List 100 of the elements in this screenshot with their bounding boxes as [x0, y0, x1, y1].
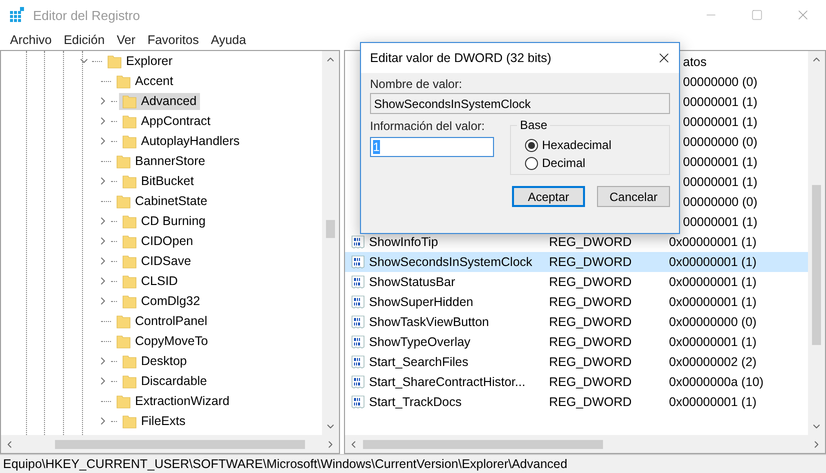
tree-item[interactable]: BitBucket: [119, 172, 197, 190]
binary-value-icon: [351, 375, 365, 389]
tree-item[interactable]: CIDOpen: [119, 232, 196, 250]
folder-icon: [116, 314, 131, 328]
name-cell: Start_TrackDocs: [369, 395, 462, 409]
window-title: Editor del Registro: [33, 8, 140, 22]
data-cell-text: 0x0000000a (10): [668, 375, 765, 389]
radio-circle-icon[interactable]: [525, 156, 538, 170]
data-cell-text: 0x00000001 (1): [668, 275, 758, 289]
folder-icon: [122, 274, 137, 288]
menu-item[interactable]: Ayuda: [204, 33, 252, 47]
type-cell-text: REG_DWORD: [548, 335, 633, 349]
value-name-field[interactable]: ShowSecondsInSystemClock: [370, 93, 670, 114]
name-cell: ShowStatusBar: [369, 275, 456, 289]
dialog-title: Editar valor de DWORD (32 bits): [370, 51, 552, 65]
dialog-button[interactable]: Cancelar: [597, 186, 670, 207]
type-cell-text: REG_DWORD: [548, 315, 633, 329]
tree-item[interactable]: AutoplayHandlers: [119, 132, 243, 150]
data-cell-text: 0x00000001 (1): [668, 335, 758, 349]
folder-icon: [122, 254, 137, 268]
menu-item[interactable]: Edición: [58, 33, 111, 47]
folder-icon: [116, 74, 131, 88]
radio-circle-icon[interactable]: [525, 138, 538, 152]
name-cell: ShowInfoTip: [369, 235, 438, 249]
base-radio[interactable]: Hexadecimal: [525, 138, 669, 152]
value-row[interactable]: Start_ShareContractHistor... REG_DWORD 0x0000000a (10): [345, 372, 808, 392]
scroll-thumb[interactable]: [326, 220, 335, 238]
value-data-label: Información del valor:: [370, 119, 486, 133]
binary-value-icon: [351, 315, 365, 329]
folder-icon: [122, 294, 137, 308]
scroll-thumb[interactable]: [812, 185, 821, 345]
tree-item[interactable]: FileExts: [119, 412, 188, 430]
menu-item[interactable]: Ver: [110, 33, 142, 47]
value-row[interactable]: ShowTypeOverlay REG_DWORD 0x00000001 (1): [345, 332, 808, 352]
folder-icon: [122, 134, 137, 148]
type-cell-text: REG_DWORD: [548, 395, 633, 409]
tree-item[interactable]: CopyMoveTo: [113, 332, 211, 350]
type-cell-text: REG_DWORD: [548, 295, 633, 309]
name-cell: ShowTaskViewButton: [369, 315, 489, 329]
folder-icon: [122, 414, 137, 428]
scroll-thumb[interactable]: [55, 440, 305, 448]
data-cell-text: 00000001 (1): [682, 175, 758, 189]
folder-icon: [122, 354, 137, 368]
name-cell: Start_ShareContractHistor...: [369, 375, 526, 389]
horizontal-scrollbar[interactable]: [1, 435, 339, 453]
value-name-label: Nombre de valor:: [370, 77, 464, 91]
tree-item[interactable]: Explorer: [104, 52, 176, 70]
folder-icon: [116, 194, 131, 208]
tree-item[interactable]: Discardable: [119, 372, 210, 390]
name-cell: ShowSuperHidden: [369, 295, 474, 309]
tree-item[interactable]: AppContract: [119, 112, 214, 130]
dialog-button[interactable]: Aceptar: [512, 186, 585, 207]
tree-item[interactable]: CIDSave: [119, 252, 194, 270]
value-row[interactable]: ShowSuperHidden REG_DWORD 0x00000001 (1): [345, 292, 808, 312]
tree-item[interactable]: Desktop: [119, 352, 190, 370]
tree-item[interactable]: Accent: [113, 72, 176, 90]
value-row[interactable]: ShowInfoTip REG_DWORD 0x00000001 (1): [345, 232, 808, 252]
name-cell: Start_SearchFiles: [369, 355, 468, 369]
type-cell-text: REG_DWORD: [548, 375, 633, 389]
folder-icon: [116, 334, 131, 348]
data-cell-text: 0x00000001 (1): [668, 235, 758, 249]
tree-item[interactable]: CLSID: [119, 272, 181, 290]
type-cell-text: REG_DWORD: [548, 275, 633, 289]
binary-value-icon: [351, 295, 365, 309]
tree-item[interactable]: CabinetState: [113, 192, 210, 210]
tree-item[interactable]: Advanced: [119, 92, 200, 110]
registry-app-icon: [9, 7, 25, 23]
folder-icon: [116, 154, 131, 168]
binary-value-icon: [351, 235, 365, 249]
menu-item[interactable]: Archivo: [4, 33, 58, 47]
value-row[interactable]: Start_SearchFiles REG_DWORD 0x00000002 (2): [345, 352, 808, 372]
vertical-scrollbar[interactable]: [322, 51, 339, 435]
binary-value-icon: [351, 255, 365, 269]
type-cell-text: REG_DWORD: [548, 235, 633, 249]
horizontal-scrollbar[interactable]: [345, 435, 825, 453]
tree-item[interactable]: ComDlg32: [119, 292, 204, 310]
folder-icon: [122, 374, 137, 388]
folder-icon: [122, 174, 137, 188]
base-radio[interactable]: Decimal: [525, 156, 669, 170]
value-row[interactable]: ShowTaskViewButton REG_DWORD 0x00000000 (0): [345, 312, 808, 332]
data-cell-text: 0x00000001 (1): [668, 395, 758, 409]
type-cell-text: REG_DWORD: [548, 255, 633, 269]
tree-item[interactable]: ExtractionWizard: [113, 392, 232, 410]
menu-item[interactable]: Favoritos: [141, 33, 205, 47]
binary-value-icon: [351, 335, 365, 349]
data-cell-text: 0x00000000 (0): [668, 315, 758, 329]
folder-icon: [122, 114, 137, 128]
tree-item[interactable]: ControlPanel: [113, 312, 210, 330]
value-row[interactable]: Start_TrackDocs REG_DWORD 0x00000001 (1): [345, 392, 808, 412]
scroll-thumb[interactable]: [363, 440, 603, 448]
name-cell: ShowTypeOverlay: [369, 335, 470, 349]
binary-value-icon: [351, 355, 365, 369]
folder-icon: [122, 234, 137, 248]
data-cell-text: 0x00000001 (1): [668, 295, 758, 309]
value-row[interactable]: ShowSecondsInSystemClock REG_DWORD 0x00000001 (1): [345, 252, 808, 272]
value-row[interactable]: ShowStatusBar REG_DWORD 0x00000001 (1): [345, 272, 808, 292]
vertical-scrollbar[interactable]: [808, 51, 825, 435]
tree-item[interactable]: CD Burning: [119, 212, 209, 230]
tree-item[interactable]: BannerStore: [113, 152, 208, 170]
type-cell-text: REG_DWORD: [548, 355, 633, 369]
